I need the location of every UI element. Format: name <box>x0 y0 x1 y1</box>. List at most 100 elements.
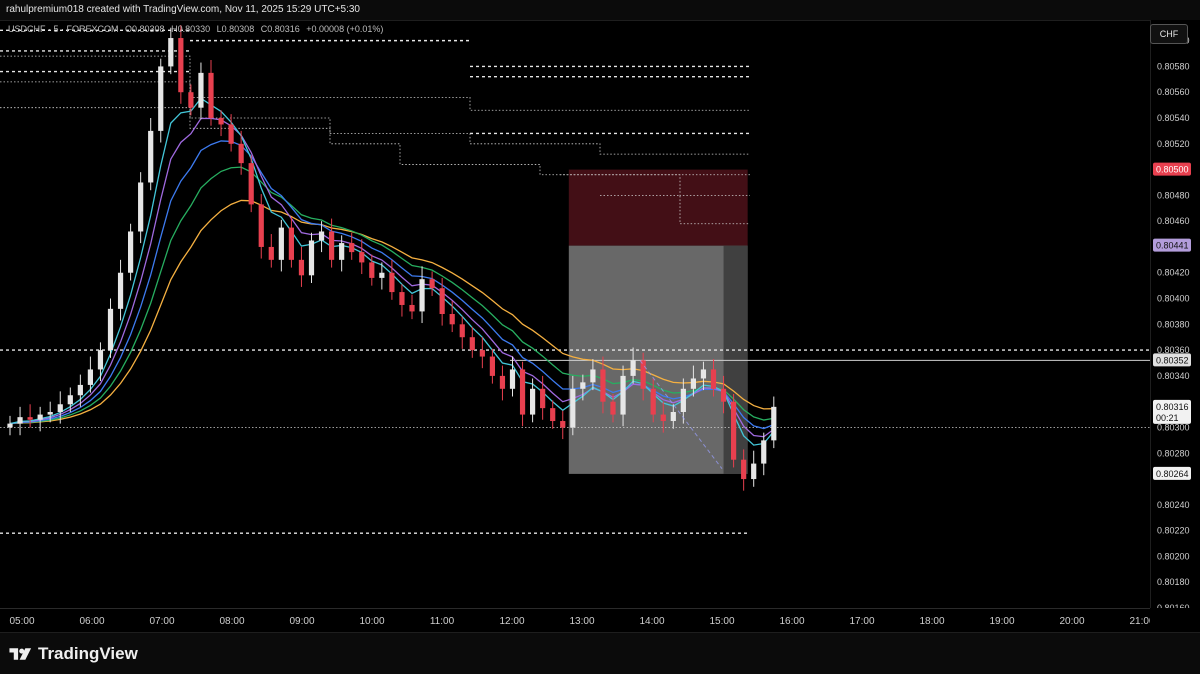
candle-body <box>761 440 767 464</box>
y-tick-label: 0.80480 <box>1157 190 1190 200</box>
candle-body <box>248 163 254 205</box>
candle-body <box>7 423 13 428</box>
y-tick-label: 0.80300 <box>1157 422 1190 432</box>
candle-body <box>660 414 666 422</box>
candle-body <box>389 272 395 293</box>
candle-body <box>308 240 315 276</box>
candle-body <box>620 375 626 415</box>
x-tick-label: 18:00 <box>919 616 944 627</box>
x-tick-label: 08:00 <box>219 616 244 627</box>
candle-body <box>771 406 777 441</box>
y-tick-label: 0.80180 <box>1157 577 1190 587</box>
open-value: O0.80308 <box>125 24 165 34</box>
x-tick-label: 17:00 <box>849 616 874 627</box>
candle-body <box>409 304 415 312</box>
x-tick-label: 16:00 <box>779 616 804 627</box>
candle-body <box>268 246 274 260</box>
x-tick-label: 05:00 <box>9 616 34 627</box>
price-chart[interactable] <box>0 20 1150 608</box>
x-tick-label: 07:00 <box>149 616 174 627</box>
candle-body <box>741 459 747 480</box>
x-tick-label: 06:00 <box>79 616 104 627</box>
ohlc-legend: USDCHF · 5 · FOREXCOM O0.80308 H0.80330 … <box>8 24 387 34</box>
x-tick-label: 10:00 <box>359 616 384 627</box>
candle-body <box>700 369 707 379</box>
candle-body <box>258 204 264 247</box>
price-badge-label: 0.80352 <box>1156 355 1189 365</box>
candle-body <box>670 412 676 422</box>
price-axis[interactable]: 0.806000.805800.805600.805400.805200.804… <box>1150 20 1200 613</box>
candle-body <box>27 417 33 420</box>
candle-body <box>650 388 656 415</box>
candle-body <box>67 395 73 405</box>
candle-body <box>419 279 425 312</box>
candle-body <box>710 369 717 389</box>
candle-body <box>218 118 224 125</box>
y-tick-label: 0.80340 <box>1157 371 1190 381</box>
candle-body <box>640 360 646 389</box>
x-tick-label: 20:00 <box>1059 616 1084 627</box>
candle-body <box>479 350 485 357</box>
candle-body <box>148 130 154 183</box>
candle-body <box>550 408 556 422</box>
y-tick-label: 0.80380 <box>1157 319 1190 329</box>
x-tick-label: 13:00 <box>569 616 594 627</box>
currency-button[interactable]: CHF <box>1150 24 1188 44</box>
price-badge-label: 0.80441 <box>1156 241 1189 251</box>
y-tick-label: 0.80280 <box>1157 448 1190 458</box>
brand-name: TradingView <box>38 644 138 663</box>
candle-body <box>590 369 596 383</box>
candle-body <box>318 231 325 241</box>
candle-body <box>751 463 757 480</box>
x-tick-label: 09:00 <box>289 616 314 627</box>
x-tick-label: 11:00 <box>430 616 455 627</box>
candle-body <box>77 384 83 396</box>
candle-body <box>540 388 546 409</box>
candle-body <box>208 72 214 118</box>
candle-body <box>117 272 124 309</box>
y-tick-label: 0.80540 <box>1157 113 1190 123</box>
y-tick-label: 0.80520 <box>1157 139 1190 149</box>
time-axis[interactable]: 05:00 06:00 07:00 08:00 09:00 10:00 11:00 12:00… <box>0 608 1155 633</box>
footer: TradingView <box>0 632 1200 674</box>
y-tick-label: 0.80560 <box>1157 87 1190 97</box>
x-tick-label: 12:00 <box>499 616 524 627</box>
candle-body <box>37 414 43 420</box>
candle-body <box>439 288 445 314</box>
candle-body <box>570 388 576 428</box>
y-tick-label: 0.80200 <box>1157 551 1190 561</box>
candle-body <box>610 401 616 415</box>
y-tick-label: 0.80420 <box>1157 268 1190 278</box>
candle-body <box>499 375 506 389</box>
close-value: C0.80316 <box>260 24 300 34</box>
candle-body <box>278 227 284 260</box>
candle-body <box>429 279 435 289</box>
candle-body <box>560 421 566 428</box>
liquidity-level-line <box>0 81 750 155</box>
candle-body <box>349 243 355 253</box>
candle-body <box>580 382 586 389</box>
liquidity-level-line <box>0 55 750 111</box>
candle-body <box>530 388 536 415</box>
liquidity-level-line <box>0 107 750 176</box>
candle-body <box>519 369 526 415</box>
price-badge-label: 0.80264 <box>1156 469 1189 479</box>
candle-body <box>107 308 114 351</box>
candle-body <box>238 143 244 164</box>
candle-body <box>731 401 737 460</box>
candle-body <box>369 262 375 278</box>
candle-body <box>459 324 465 338</box>
candle-body <box>359 252 365 263</box>
price-badge-label: 0.80316 <box>1156 402 1189 412</box>
candle-body <box>178 38 184 93</box>
candle-body <box>47 412 53 415</box>
candle-body <box>57 404 63 412</box>
candle-body <box>329 231 335 260</box>
x-tick-label: 21:00 <box>1129 616 1150 627</box>
candle-body <box>630 360 636 376</box>
change-value: +0.00008 (+0.01%) <box>306 24 384 34</box>
symbol-label[interactable]: USDCHF · 5 · FOREXCOM <box>8 24 119 34</box>
attribution-bar: rahulpremium018 created with TradingView… <box>0 0 1200 21</box>
y-tick-label: 0.80160 <box>1157 603 1190 608</box>
tradingview-logo[interactable]: TradingView <box>8 643 138 665</box>
